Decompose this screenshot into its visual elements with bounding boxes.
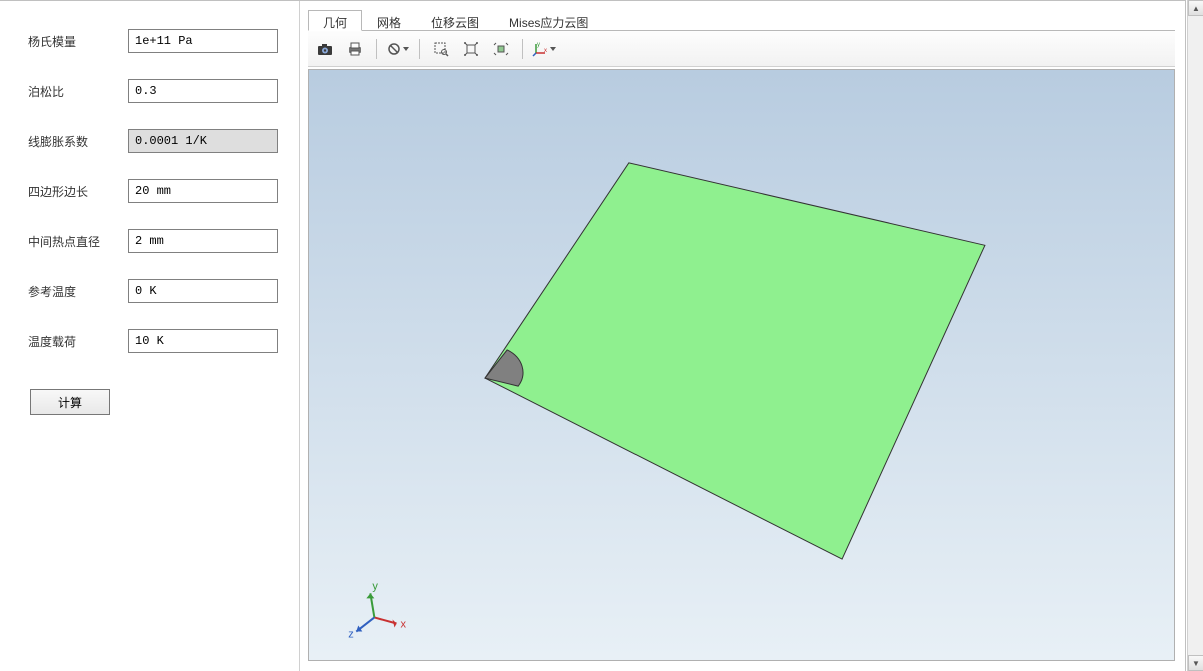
input-quad-side-length[interactable] — [128, 179, 278, 203]
svg-text:y: y — [537, 42, 540, 48]
viewport-toolbar: xy — [308, 31, 1175, 67]
reset-icon[interactable] — [385, 37, 411, 61]
input-hotspot-diameter[interactable] — [128, 229, 278, 253]
toolbar-separator — [376, 39, 377, 59]
svg-text:x: x — [544, 48, 547, 54]
geometry-canvas[interactable]: x y z — [308, 69, 1175, 661]
zoom-selected-icon[interactable] — [488, 37, 514, 61]
input-youngs-modulus[interactable] — [128, 29, 278, 53]
scroll-up-button[interactable]: ▲ — [1188, 0, 1203, 16]
tab-geometry[interactable]: 几何 — [308, 10, 362, 31]
tab-displacement[interactable]: 位移云图 — [416, 10, 494, 31]
zoom-extents-icon[interactable] — [458, 37, 484, 61]
row-reference-temp: 参考温度 — [28, 279, 281, 303]
viewport-panel: 几何 网格 位移云图 Mises应力云图 — [300, 1, 1185, 671]
row-temperature-load: 温度载荷 — [28, 329, 281, 353]
axis-z-label: z — [348, 629, 354, 641]
label-youngs-modulus: 杨氏模量 — [28, 33, 128, 50]
input-temperature-load[interactable] — [128, 329, 278, 353]
plate-geometry — [485, 163, 985, 559]
axis-triad-display: x y z — [348, 580, 406, 640]
input-reference-temp[interactable] — [128, 279, 278, 303]
tab-mesh[interactable]: 网格 — [362, 10, 416, 31]
row-thermal-expansion: 线膨胀系数 — [28, 129, 281, 153]
label-temperature-load: 温度载荷 — [28, 333, 128, 350]
row-youngs-modulus: 杨氏模量 — [28, 29, 281, 53]
camera-icon[interactable] — [312, 37, 338, 61]
label-reference-temp: 参考温度 — [28, 283, 128, 300]
input-thermal-expansion[interactable] — [128, 129, 278, 153]
result-tabs: 几何 网格 位移云图 Mises应力云图 — [308, 9, 1175, 31]
label-thermal-expansion: 线膨胀系数 — [28, 133, 128, 150]
input-poisson-ratio[interactable] — [128, 79, 278, 103]
parameter-panel: 杨氏模量 泊松比 线膨胀系数 四边形边长 中间热点直径 参考温度 温度载荷 计 — [0, 1, 300, 671]
tab-mises-stress[interactable]: Mises应力云图 — [494, 10, 603, 31]
toolbar-separator — [522, 39, 523, 59]
axis-y-label: y — [372, 580, 378, 592]
label-quad-side-length: 四边形边长 — [28, 183, 128, 200]
row-quad-side-length: 四边形边长 — [28, 179, 281, 203]
vertical-scrollbar[interactable]: ▲ ▼ — [1187, 0, 1203, 671]
label-hotspot-diameter: 中间热点直径 — [28, 233, 128, 250]
scroll-down-button[interactable]: ▼ — [1188, 655, 1203, 671]
label-poisson-ratio: 泊松比 — [28, 83, 128, 100]
row-poisson-ratio: 泊松比 — [28, 79, 281, 103]
axis-triad-icon[interactable]: xy — [531, 37, 557, 61]
print-icon[interactable] — [342, 37, 368, 61]
calculate-button[interactable]: 计算 — [30, 389, 110, 415]
axis-x-label: x — [401, 619, 407, 631]
geometry-scene: x y z — [309, 70, 1174, 660]
zoom-box-icon[interactable] — [428, 37, 454, 61]
row-hotspot-diameter: 中间热点直径 — [28, 229, 281, 253]
toolbar-separator — [419, 39, 420, 59]
